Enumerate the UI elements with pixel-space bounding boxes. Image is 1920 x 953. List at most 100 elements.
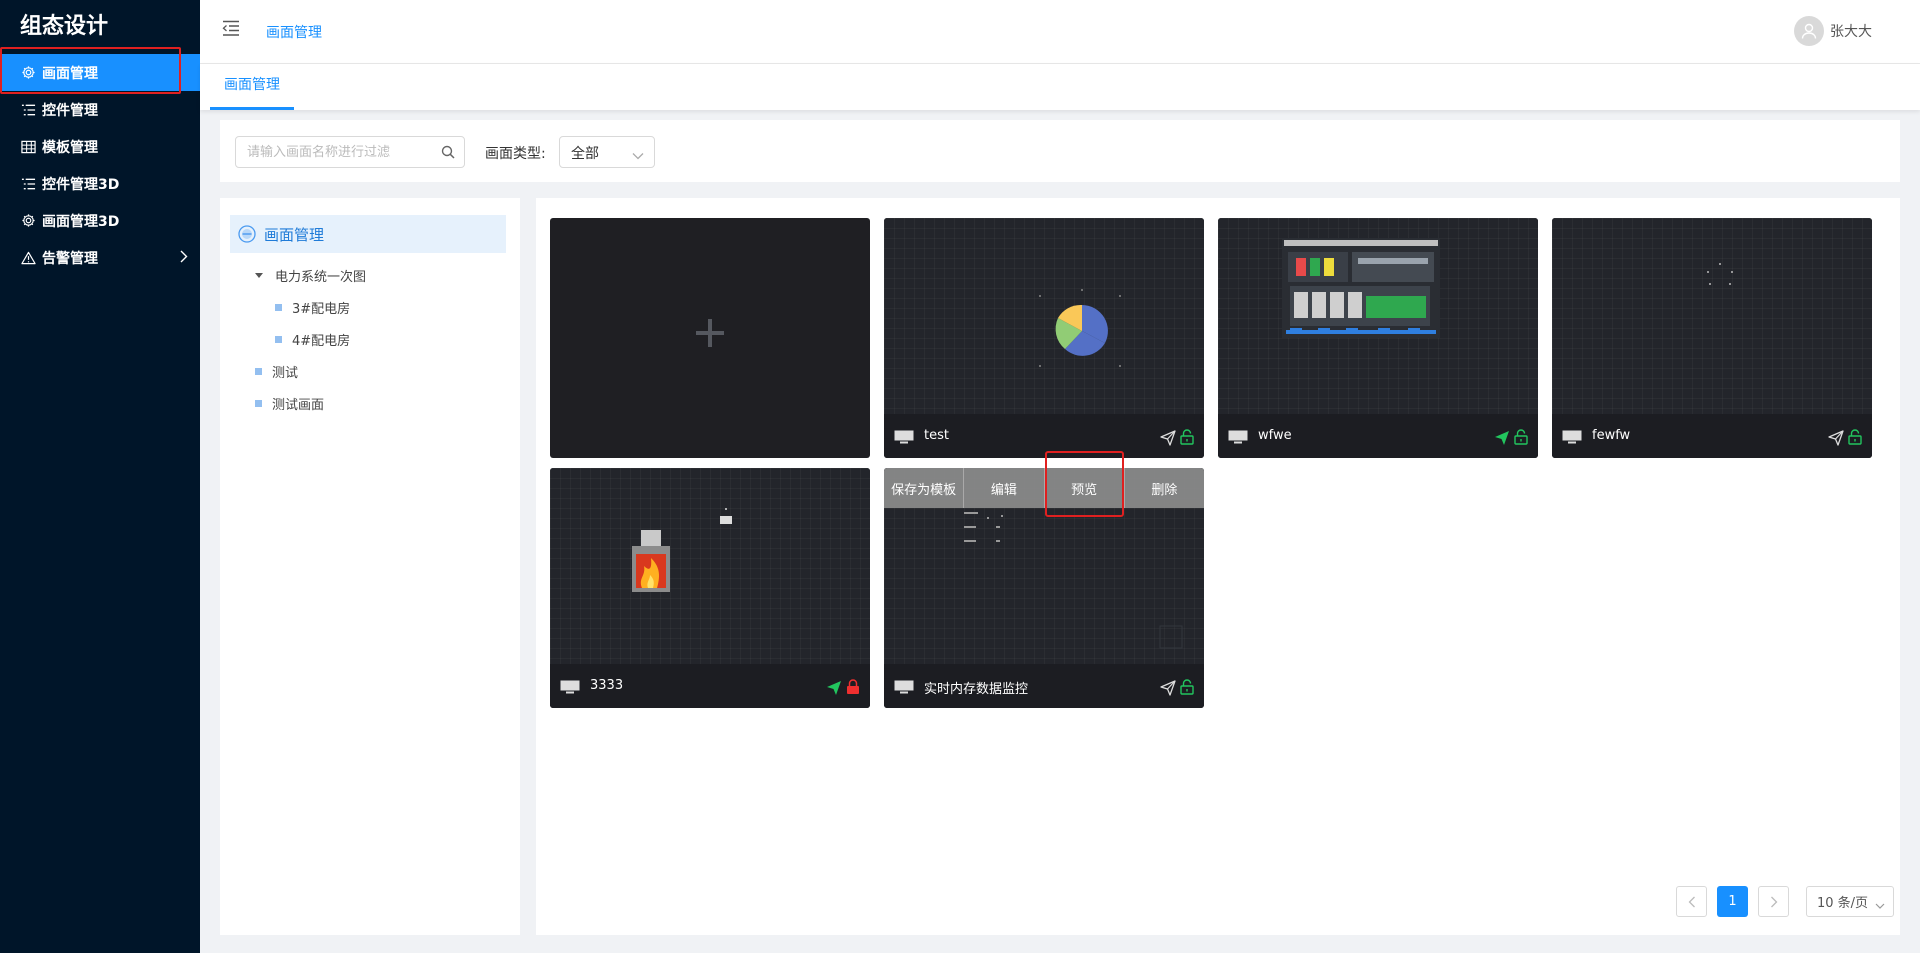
screen-thumbnail <box>1552 218 1872 414</box>
tree-node-label: 4#配电房 <box>292 334 351 349</box>
page-size-value: 10 条/页 <box>1817 896 1869 911</box>
sidebar-item-label: 模板管理 <box>42 139 98 156</box>
top-header: 画面管理 张大大 <box>200 0 1920 64</box>
screen-card[interactable]: 3333 <box>550 468 870 708</box>
user-menu[interactable]: 张大大 <box>1794 16 1872 46</box>
breadcrumb[interactable]: 画面管理 <box>266 22 322 42</box>
warning-icon <box>20 250 36 266</box>
menu-fold-icon[interactable] <box>222 20 240 38</box>
save-as-template-button[interactable]: 保存为模板 <box>884 468 965 508</box>
search-input[interactable] <box>236 137 464 167</box>
next-page-button[interactable] <box>1758 886 1789 917</box>
avatar <box>1794 16 1824 46</box>
user-name: 张大大 <box>1830 24 1872 40</box>
screen-card[interactable]: fewfw <box>1552 218 1872 458</box>
furnace-preview-icon <box>632 530 670 592</box>
tab-bar: 画面管理 <box>200 64 1920 110</box>
caret-down-icon[interactable] <box>255 273 263 278</box>
tree-node-test-screen[interactable]: 测试画面 <box>255 394 324 413</box>
screen-name: 实时内存数据监控 <box>924 682 1029 697</box>
tree-node-label: 3#配电房 <box>292 302 351 317</box>
add-screen-card[interactable] <box>550 218 870 458</box>
unlock-icon[interactable] <box>1180 679 1194 695</box>
gear-icon <box>20 65 36 81</box>
filter-panel: 画面类型: 全部 <box>220 120 1900 182</box>
tree-node-label: 电力系统一次图 <box>275 270 367 285</box>
tree-node-power-diagram[interactable]: 电力系统一次图 <box>255 266 366 285</box>
unlock-icon[interactable] <box>1180 429 1194 445</box>
delete-button[interactable]: 删除 <box>1125 468 1204 508</box>
published-icon[interactable] <box>1494 430 1510 446</box>
sidebar-item-template-management[interactable]: 模板管理 <box>0 128 200 165</box>
node-bullet-icon <box>275 304 282 311</box>
edit-button[interactable]: 编辑 <box>964 468 1045 508</box>
sidebar-item-label: 画面管理 <box>42 65 98 82</box>
monitor-icon <box>1228 430 1248 444</box>
tree-root[interactable]: 画面管理 <box>230 215 506 253</box>
tree-node-label: 测试画面 <box>272 398 325 413</box>
chevron-right-icon <box>180 250 188 267</box>
tab-screen-management[interactable]: 画面管理 <box>210 64 294 110</box>
tree-node-room-4[interactable]: 4#配电房 <box>275 330 350 349</box>
table-icon <box>20 139 36 155</box>
card-action-bar: 保存为模板 编辑 预览 删除 <box>884 468 1204 508</box>
list-icon <box>20 176 36 192</box>
tree-panel: 画面管理 电力系统一次图 3#配电房 4#配电房 测试 测试画面 <box>220 198 520 935</box>
node-bullet-icon <box>275 336 282 343</box>
tree-node-test[interactable]: 测试 <box>255 362 298 381</box>
published-icon[interactable] <box>826 680 842 696</box>
screen-name: fewfw <box>1592 428 1631 443</box>
screen-name: 3333 <box>590 678 624 693</box>
monitor-icon <box>894 430 914 444</box>
node-bullet-icon <box>255 368 262 375</box>
screen-name: wfwe <box>1258 428 1292 443</box>
unlock-icon[interactable] <box>1848 429 1862 445</box>
publish-icon[interactable] <box>1160 430 1176 446</box>
monitor-icon <box>1562 430 1582 444</box>
card-footer: wfwe <box>1218 414 1538 458</box>
card-footer: 实时内存数据监控 <box>884 664 1204 708</box>
sidebar: 组态设计 画面管理 控件管理 模板管理 控件管理3D 画面管理3D 告警管理 <box>0 0 200 953</box>
node-bullet-icon <box>255 400 262 407</box>
sidebar-item-control-management[interactable]: 控件管理 <box>0 91 200 128</box>
sidebar-item-alarm-management[interactable]: 告警管理 <box>0 239 200 276</box>
screen-card[interactable]: wfwe <box>1218 218 1538 458</box>
monitor-icon <box>894 680 914 694</box>
screen-thumbnail <box>1218 218 1538 414</box>
sidebar-item-screen-management[interactable]: 画面管理 <box>0 54 200 91</box>
prev-page-button[interactable] <box>1676 886 1707 917</box>
search-icon[interactable] <box>441 145 455 163</box>
gear-icon <box>20 213 36 229</box>
monitor-icon <box>560 680 580 694</box>
sidebar-item-label: 控件管理 <box>42 102 98 119</box>
pagination: 1 10 条/页 <box>1676 886 1894 917</box>
pie-preview-icon <box>1055 304 1108 356</box>
screen-type-select[interactable]: 全部 <box>559 136 655 168</box>
sidebar-item-screen-management-3d[interactable]: 画面管理3D <box>0 202 200 239</box>
search-box <box>235 136 465 168</box>
screen-list-panel: test wfwe fewfw 3333 保存为模板 编辑 预览 删除 实时内存… <box>536 198 1900 935</box>
screen-type-label: 画面类型: <box>485 146 546 162</box>
page-size-select[interactable]: 10 条/页 <box>1806 886 1894 917</box>
chevron-down-icon <box>1875 899 1885 914</box>
unlock-icon[interactable] <box>1514 429 1528 445</box>
lock-icon[interactable] <box>846 679 860 695</box>
card-footer: 3333 <box>550 664 870 708</box>
sidebar-item-control-management-3d[interactable]: 控件管理3D <box>0 165 200 202</box>
screen-card[interactable]: test <box>884 218 1204 458</box>
sidebar-item-label: 告警管理 <box>42 250 98 267</box>
sidebar-item-label: 控件管理3D <box>42 176 120 193</box>
preview-button[interactable]: 预览 <box>1045 468 1125 508</box>
screen-thumbnail <box>884 218 1204 414</box>
screen-name: test <box>924 428 949 443</box>
list-icon <box>20 102 36 118</box>
publish-icon[interactable] <box>1160 680 1176 696</box>
publish-icon[interactable] <box>1828 430 1844 446</box>
page-number-button[interactable]: 1 <box>1717 886 1748 917</box>
screen-group-icon <box>238 225 256 243</box>
card-footer: test <box>884 414 1204 458</box>
card-footer: fewfw <box>1552 414 1872 458</box>
tree-node-room-3[interactable]: 3#配电房 <box>275 298 350 317</box>
tree-node-label: 测试 <box>272 366 299 381</box>
screen-card[interactable]: 保存为模板 编辑 预览 删除 实时内存数据监控 <box>884 468 1204 708</box>
